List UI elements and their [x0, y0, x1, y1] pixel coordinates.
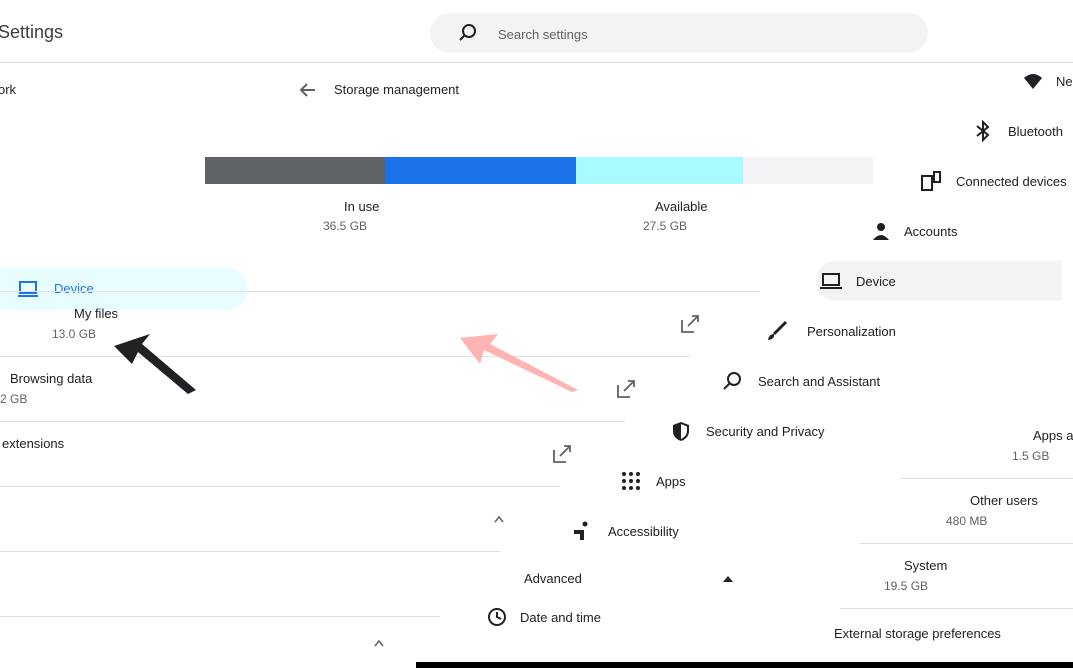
browsing-data-title[interactable]: Browsing data [10, 371, 92, 386]
storage-usage-bar [205, 157, 873, 184]
laptop-icon [18, 281, 38, 297]
available-value: 27.5 GB [643, 219, 688, 233]
external-storage-title[interactable]: External storage preferences [834, 626, 1001, 641]
chevron-icon[interactable] [492, 512, 506, 526]
nav-label: Date and time [520, 610, 601, 625]
nav-label: Connected devices [956, 174, 1067, 189]
divider [0, 616, 440, 617]
browsing-data-size: 2 GB [0, 392, 28, 406]
divider [0, 421, 625, 422]
bluetooth-icon [976, 120, 990, 142]
available-label: Available [655, 199, 708, 214]
sidebar-item-network[interactable]: ork [0, 82, 16, 97]
nav-label: Bluetooth [1008, 124, 1063, 139]
account-icon [873, 223, 889, 240]
nav-label: Personalization [807, 324, 896, 339]
pink-pointer-arrow-icon [460, 334, 578, 392]
nav-label: Accounts [904, 224, 958, 239]
wifi-icon [1024, 74, 1042, 89]
nav-selected-highlight [816, 261, 1062, 301]
divider [0, 551, 500, 552]
other-users-title[interactable]: Other users [970, 493, 1038, 508]
divider [900, 478, 1073, 479]
extensions-title[interactable]: extensions [2, 436, 64, 451]
apps-storage-size: 1.5 GB [1012, 449, 1050, 463]
system-title: System [904, 558, 948, 573]
advanced-section-label[interactable]: Advanced [524, 571, 582, 586]
search-assistant-icon [723, 372, 741, 390]
other-users-size: 480 MB [946, 514, 988, 528]
shield-icon [673, 422, 689, 441]
storage-bar-segment-in-use [385, 157, 576, 184]
page-title: Storage management [334, 82, 460, 97]
app-title: Settings [0, 22, 64, 42]
apps-storage-title[interactable]: Apps a [1033, 428, 1073, 443]
chevron-icon[interactable] [372, 636, 386, 650]
bottom-edge-bar [416, 662, 1073, 668]
laptop-icon [820, 273, 842, 289]
system-size: 19.5 GB [884, 579, 929, 593]
back-arrow-icon[interactable] [298, 80, 318, 100]
nav-label: Search and Assistant [758, 374, 881, 389]
nav-label: Accessibility [608, 524, 679, 539]
my-files-size: 13.0 GB [52, 327, 97, 341]
nav-label: Security and Privacy [706, 424, 825, 439]
storage-bar-segment-other [575, 157, 743, 184]
nav-label: Apps [656, 474, 686, 489]
divider [840, 608, 1073, 609]
in-use-value: 36.5 GB [323, 219, 368, 233]
storage-bar-segment-available [742, 157, 873, 184]
divider [0, 356, 690, 357]
accessibility-icon [574, 521, 588, 540]
nav-label: Device [856, 274, 896, 289]
in-use-label: In use [344, 199, 380, 214]
storage-bar-segment-system [205, 157, 386, 184]
sidebar-item-label: Device [54, 281, 94, 296]
search-input[interactable] [496, 21, 900, 47]
my-files-title[interactable]: My files [74, 306, 118, 321]
black-pointer-arrow-icon [114, 334, 196, 394]
top-bar: Settings [0, 0, 1073, 63]
sidebar-item-device[interactable]: Device [0, 268, 248, 310]
divider [860, 543, 1073, 544]
open-external-icon[interactable] [616, 379, 636, 399]
open-external-icon[interactable] [552, 444, 572, 464]
apps-grid-icon [622, 472, 640, 490]
search-box[interactable] [430, 13, 928, 53]
connected-devices-icon [921, 171, 941, 191]
clock-icon [488, 608, 506, 626]
brush-icon [768, 320, 788, 340]
divider [0, 291, 760, 292]
open-external-icon[interactable] [680, 314, 700, 334]
divider [0, 486, 560, 487]
nav-label: Ne [1056, 74, 1073, 89]
chevron-up-icon[interactable] [722, 574, 734, 584]
search-icon [459, 24, 476, 41]
